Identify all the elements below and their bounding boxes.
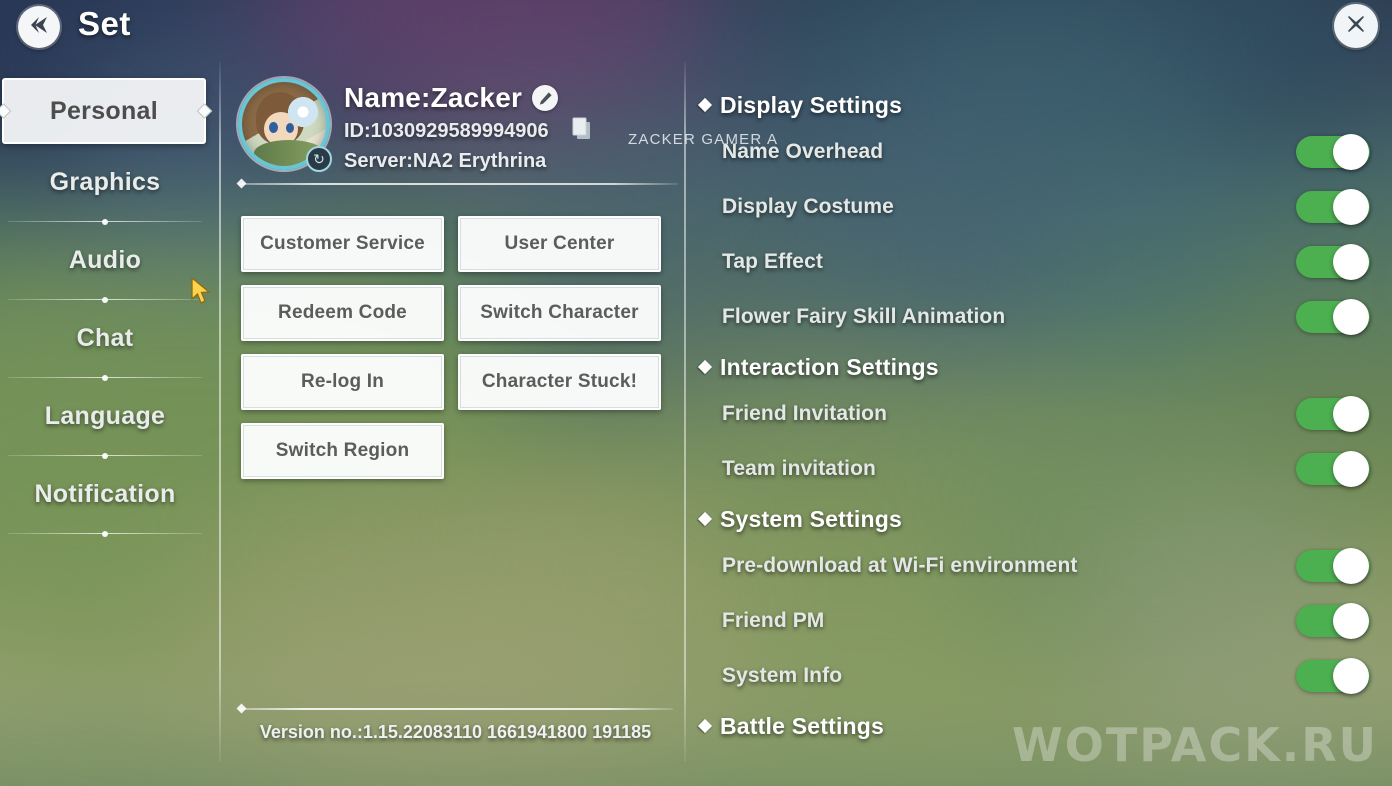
toggle-flower-fairy-skill-animation[interactable] xyxy=(1296,298,1370,335)
toggle-knob xyxy=(1333,395,1369,432)
sidebar-item-label: Notification xyxy=(34,480,176,508)
toggle-knob xyxy=(1333,298,1369,335)
re-log-in-button[interactable]: Re-log In xyxy=(241,354,444,410)
sidebar-item-label: Language xyxy=(44,402,166,430)
section-title: Interaction Settings xyxy=(720,353,939,380)
setting-row-system-info: System Info xyxy=(700,648,1392,703)
diamond-bullet-icon xyxy=(697,97,713,113)
header-bar: Set xyxy=(0,0,1392,62)
diamond-bullet-icon xyxy=(697,359,713,375)
close-x-icon xyxy=(1343,11,1369,42)
player-server: Server:NA2 Erythrina xyxy=(344,150,547,172)
toggle-friend-invitation[interactable] xyxy=(1296,395,1370,432)
sidebar-item-label: Audio xyxy=(68,246,142,274)
version-divider xyxy=(238,708,673,710)
sidebar-item-language[interactable]: Language xyxy=(0,378,210,455)
sidebar-item-personal[interactable]: Personal xyxy=(2,78,206,144)
section-title: Battle Settings xyxy=(720,712,885,739)
sidebar-item-graphics[interactable]: Graphics xyxy=(0,144,210,221)
toggle-knob xyxy=(1333,547,1369,584)
toggle-knob xyxy=(1333,133,1369,170)
sidebar-nav: Personal Graphics Audio Chat Language No… xyxy=(0,74,210,764)
toggle-pre-download-wifi[interactable] xyxy=(1296,547,1370,584)
switch-character-button[interactable]: Switch Character xyxy=(458,285,661,341)
back-arrow-icon xyxy=(27,13,51,42)
setting-row-display-costume: Display Costume xyxy=(700,179,1392,234)
avatar[interactable]: ↻ xyxy=(238,78,332,172)
profile-divider xyxy=(238,183,678,185)
back-button[interactable] xyxy=(18,6,60,48)
section-header-system-settings: System Settings xyxy=(697,500,1392,538)
setting-label: System Info xyxy=(722,663,843,687)
section-header-display-settings: Display Settings xyxy=(697,86,1392,124)
section-title: Display Settings xyxy=(720,91,903,118)
setting-label: Friend PM xyxy=(722,608,825,632)
section-title: System Settings xyxy=(720,505,902,532)
diamond-bullet-icon xyxy=(697,511,713,527)
toggle-knob xyxy=(1333,657,1369,694)
setting-row-friend-invitation: Friend Invitation xyxy=(700,386,1392,441)
setting-row-tap-effect: Tap Effect xyxy=(700,234,1392,289)
player-id: ID:1030929589994906 xyxy=(344,120,549,142)
toggle-system-info[interactable] xyxy=(1296,657,1370,694)
setting-label: Display Costume xyxy=(722,194,894,218)
watermark-top: ZACKER GAMER A xyxy=(628,131,779,148)
copy-icon[interactable] xyxy=(571,117,593,146)
redeem-code-button[interactable]: Redeem Code xyxy=(241,285,444,341)
setting-row-friend-pm: Friend PM xyxy=(700,593,1392,648)
content-vertical-divider xyxy=(684,62,686,762)
toggle-friend-pm[interactable] xyxy=(1296,602,1370,639)
sidebar-item-label: Graphics xyxy=(49,168,161,196)
diamond-bullet-icon xyxy=(697,718,713,734)
user-center-button[interactable]: User Center xyxy=(458,216,661,272)
toggle-team-invitation[interactable] xyxy=(1296,450,1370,487)
settings-panel: Display Settings Name Overhead Display C… xyxy=(697,82,1392,745)
customer-service-button[interactable]: Customer Service xyxy=(241,216,444,272)
toggle-name-overhead[interactable] xyxy=(1296,133,1370,170)
mouse-cursor xyxy=(190,276,216,312)
setting-label: Team invitation xyxy=(722,456,876,480)
sidebar-item-label: Chat xyxy=(76,324,134,352)
edit-pencil-icon[interactable] xyxy=(532,85,559,111)
setting-row-pre-download-wifi: Pre-download at Wi-Fi environment xyxy=(700,538,1392,593)
toggle-display-costume[interactable] xyxy=(1296,188,1370,225)
close-button[interactable] xyxy=(1334,4,1378,48)
toggle-knob xyxy=(1333,602,1369,639)
setting-label: Tap Effect xyxy=(722,249,823,273)
section-header-interaction-settings: Interaction Settings xyxy=(697,348,1392,386)
player-name: Name:Zacker xyxy=(344,82,523,113)
toggle-knob xyxy=(1333,188,1369,225)
character-stuck-button[interactable]: Character Stuck! xyxy=(458,354,661,410)
version-footer: Version no.:1.15.22083110 1661941800 191… xyxy=(238,708,673,743)
setting-label: Friend Invitation xyxy=(722,401,888,425)
sidebar-vertical-divider xyxy=(219,62,221,762)
sidebar-divider xyxy=(8,530,202,537)
setting-row-flower-fairy-skill-animation: Flower Fairy Skill Animation xyxy=(700,289,1392,344)
sidebar-item-chat[interactable]: Chat xyxy=(0,300,210,377)
sidebar-item-notification[interactable]: Notification xyxy=(0,456,210,533)
setting-row-team-invitation: Team invitation xyxy=(700,441,1392,496)
setting-label: Pre-download at Wi-Fi environment xyxy=(722,553,1078,577)
refresh-icon[interactable]: ↻ xyxy=(306,146,332,172)
watermark-bottom: WOTPACK.RU xyxy=(1012,718,1378,772)
setting-row-name-overhead: Name Overhead xyxy=(700,124,1392,179)
setting-label: Flower Fairy Skill Animation xyxy=(722,304,1006,328)
toggle-knob xyxy=(1333,243,1369,280)
sidebar-item-label: Personal xyxy=(49,96,158,125)
switch-region-button[interactable]: Switch Region xyxy=(241,423,444,479)
toggle-knob xyxy=(1333,450,1369,487)
profile-panel: ↻ Name:Zacker ID:1030929589994906 Server… xyxy=(238,78,678,185)
account-actions: Customer Service User Center Redeem Code… xyxy=(241,216,671,492)
sidebar-item-audio[interactable]: Audio xyxy=(0,222,210,299)
version-text: Version no.:1.15.22083110 1661941800 191… xyxy=(259,721,652,742)
toggle-tap-effect[interactable] xyxy=(1296,243,1370,280)
page-title: Set xyxy=(78,5,131,42)
